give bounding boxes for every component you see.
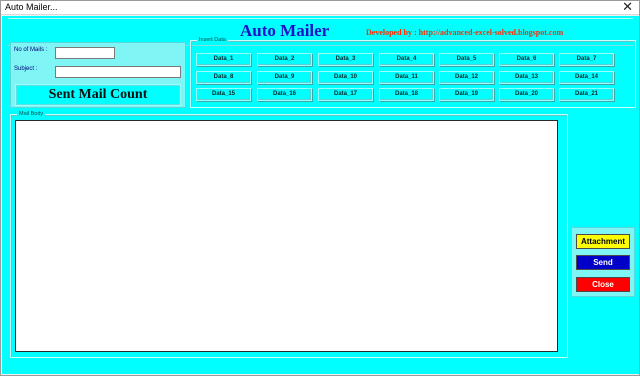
subject-label: Subject :: [14, 66, 38, 72]
insert-data-button[interactable]: Data_21: [559, 88, 614, 101]
insert-data-button[interactable]: Data_8: [196, 71, 251, 84]
sent-mail-count-banner: Sent Mail Count: [15, 84, 181, 106]
insert-data-button[interactable]: Data_5: [439, 53, 494, 66]
insert-data-button[interactable]: Data_9: [257, 71, 312, 84]
app-window: Auto Mailer... ✕ Auto Mailer Developed b…: [0, 0, 640, 376]
insert-data-button[interactable]: Data_3: [318, 53, 373, 66]
developer-credit: Developed by : http://advanced-excel-sol…: [366, 28, 564, 37]
send-button[interactable]: Send: [576, 255, 630, 270]
insert-data-button[interactable]: Data_20: [499, 88, 554, 101]
mail-body-legend: Mail Body: [17, 110, 46, 118]
insert-data-button[interactable]: Data_16: [257, 88, 312, 101]
insert-data-button[interactable]: Data_18: [379, 88, 434, 101]
insert-data-button[interactable]: Data_14: [559, 71, 614, 84]
insert-data-button[interactable]: Data_10: [318, 71, 373, 84]
insert-data-button[interactable]: Data_15: [196, 88, 251, 101]
app-title: Auto Mailer: [240, 21, 330, 40]
window-close-icon[interactable]: ✕: [622, 0, 633, 14]
mail-body-textarea[interactable]: [15, 120, 558, 352]
insert-data-button[interactable]: Data_7: [559, 53, 614, 66]
mail-body-group: Mail Body: [10, 110, 568, 358]
insert-data-button[interactable]: Data_6: [499, 53, 554, 66]
insert-data-button[interactable]: Data_12: [439, 71, 494, 84]
auto-mailer-form: Auto Mailer Developed by : http://advanc…: [2, 16, 639, 374]
no-of-mails-input[interactable]: [55, 47, 115, 59]
insert-data-button[interactable]: Data_19: [439, 88, 494, 101]
attachment-button[interactable]: Attachment: [576, 234, 630, 249]
insert-data-button[interactable]: Data_17: [318, 88, 373, 101]
insert-data-button[interactable]: Data_1: [196, 53, 251, 66]
close-button[interactable]: Close: [576, 277, 630, 292]
insert-data-button[interactable]: Data_4: [379, 53, 434, 66]
no-of-mails-label: No of Mails :: [14, 47, 48, 53]
subject-input[interactable]: [55, 66, 181, 78]
insert-data-button[interactable]: Data_11: [379, 71, 434, 84]
action-panel: Attachment Send Close: [571, 227, 635, 297]
mail-settings-panel: No of Mails : Subject : Sent Mail Count: [10, 42, 186, 108]
insert-data-button[interactable]: Data_2: [257, 53, 312, 66]
insert-data-legend: Insert Data: [197, 36, 228, 44]
insert-data-group: Insert Data Data_1 Data_2 Data_3 Data_4 Data…: [190, 36, 636, 108]
title-bar[interactable]: Auto Mailer... ✕: [1, 0, 639, 15]
insert-data-button[interactable]: Data_13: [499, 71, 554, 84]
window-title: Auto Mailer...: [5, 2, 58, 12]
